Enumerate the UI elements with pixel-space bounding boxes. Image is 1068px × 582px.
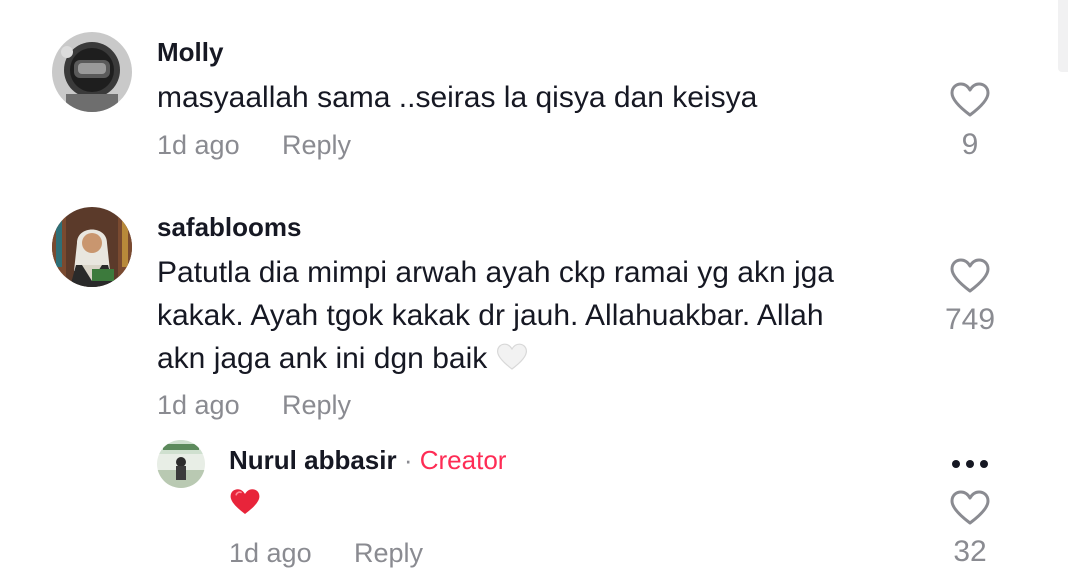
heart-outline-icon: [950, 258, 990, 293]
astronaut-avatar-image: [52, 32, 132, 112]
creator-avatar-image: [157, 440, 205, 488]
comment-text-line: akn jaga ank ini dgn baik: [157, 337, 528, 384]
scrollbar[interactable]: [1058, 0, 1068, 72]
more-options-button[interactable]: [948, 456, 992, 472]
comment-text-line: kakak. Ayah tgok kakak dr jauh. Allahuak…: [157, 299, 824, 332]
reply-username-row: Nurul abbasir · Creator: [229, 445, 506, 476]
comment-text: masyaallah sama ..seiras la qisya dan ke…: [157, 81, 758, 114]
like-count: 749: [944, 303, 996, 336]
avatar[interactable]: [157, 440, 205, 488]
red-heart-emoji-icon: [229, 487, 261, 522]
comment-username[interactable]: safablooms: [157, 212, 302, 243]
comment-text-fragment: akn jaga ank ini dgn baik: [157, 342, 488, 375]
white-heart-emoji-icon: [496, 341, 528, 384]
like-count: 32: [953, 535, 987, 568]
comment-username[interactable]: Molly: [157, 37, 223, 68]
heart-outline-icon: [950, 82, 990, 117]
reply-button[interactable]: Reply: [282, 390, 351, 421]
like-count: 9: [961, 128, 979, 161]
comment-timestamp: 1d ago: [157, 130, 240, 160]
comment-text-line: Patutla dia mimpi arwah ayah ckp ramai y…: [157, 256, 834, 289]
avatar[interactable]: [52, 207, 132, 287]
reply-button[interactable]: Reply: [354, 538, 423, 569]
comment-timestamp: 1d ago: [157, 390, 240, 420]
reply-username[interactable]: Nurul abbasir: [229, 445, 397, 475]
heart-outline-icon: [950, 490, 990, 525]
like-button[interactable]: [950, 490, 990, 531]
reply-button[interactable]: Reply: [282, 130, 351, 161]
like-button[interactable]: [950, 82, 990, 123]
like-button[interactable]: [950, 258, 990, 299]
avatar[interactable]: [52, 32, 132, 112]
reply-timestamp: 1d ago: [229, 538, 312, 568]
ellipsis-icon: [952, 460, 988, 468]
separator: ·: [403, 445, 413, 475]
creator-badge: Creator: [419, 445, 507, 475]
illustrated-avatar-image: [52, 207, 132, 287]
